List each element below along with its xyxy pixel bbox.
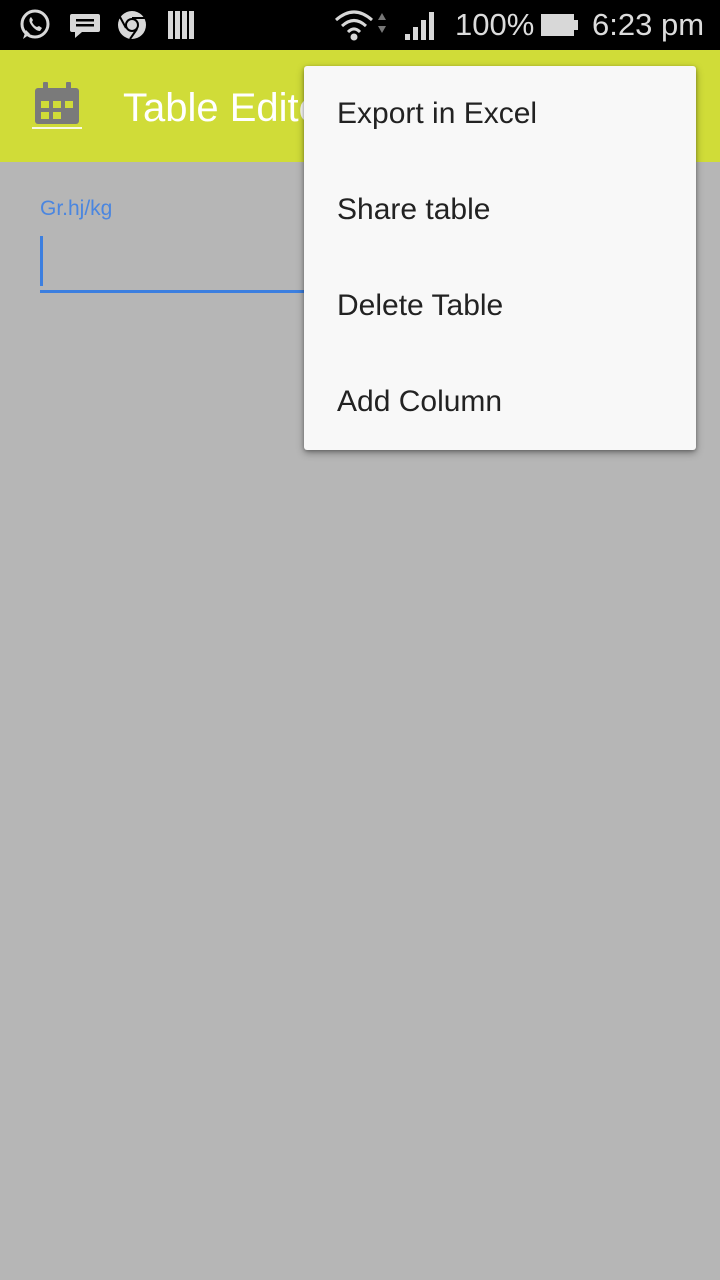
column-value-input[interactable]	[40, 234, 340, 293]
menu-item-delete-table[interactable]: Delete Table	[304, 258, 696, 354]
battery-icon	[541, 14, 578, 36]
wifi-icon	[335, 10, 386, 41]
message-icon	[70, 14, 100, 38]
chrome-icon	[118, 11, 146, 40]
clock: 6:23 pm	[592, 7, 705, 42]
menu-item-share-table[interactable]: Share table	[304, 162, 696, 258]
overflow-menu: Export in Excel Share table Delete Table…	[304, 66, 696, 450]
app-title: Table Editor	[123, 86, 335, 130]
text-cursor	[40, 236, 43, 286]
whatsapp-icon	[20, 9, 50, 39]
library-icon	[168, 11, 194, 39]
signal-icon	[405, 12, 434, 40]
field-label: Gr.hj/kg	[40, 197, 113, 220]
battery-percent: 100%	[455, 7, 535, 42]
calendar-icon[interactable]	[32, 80, 82, 130]
status-bar: 100% 6:23 pm	[0, 0, 720, 50]
menu-item-add-column[interactable]: Add Column	[304, 354, 696, 450]
menu-item-export-excel[interactable]: Export in Excel	[304, 66, 696, 162]
